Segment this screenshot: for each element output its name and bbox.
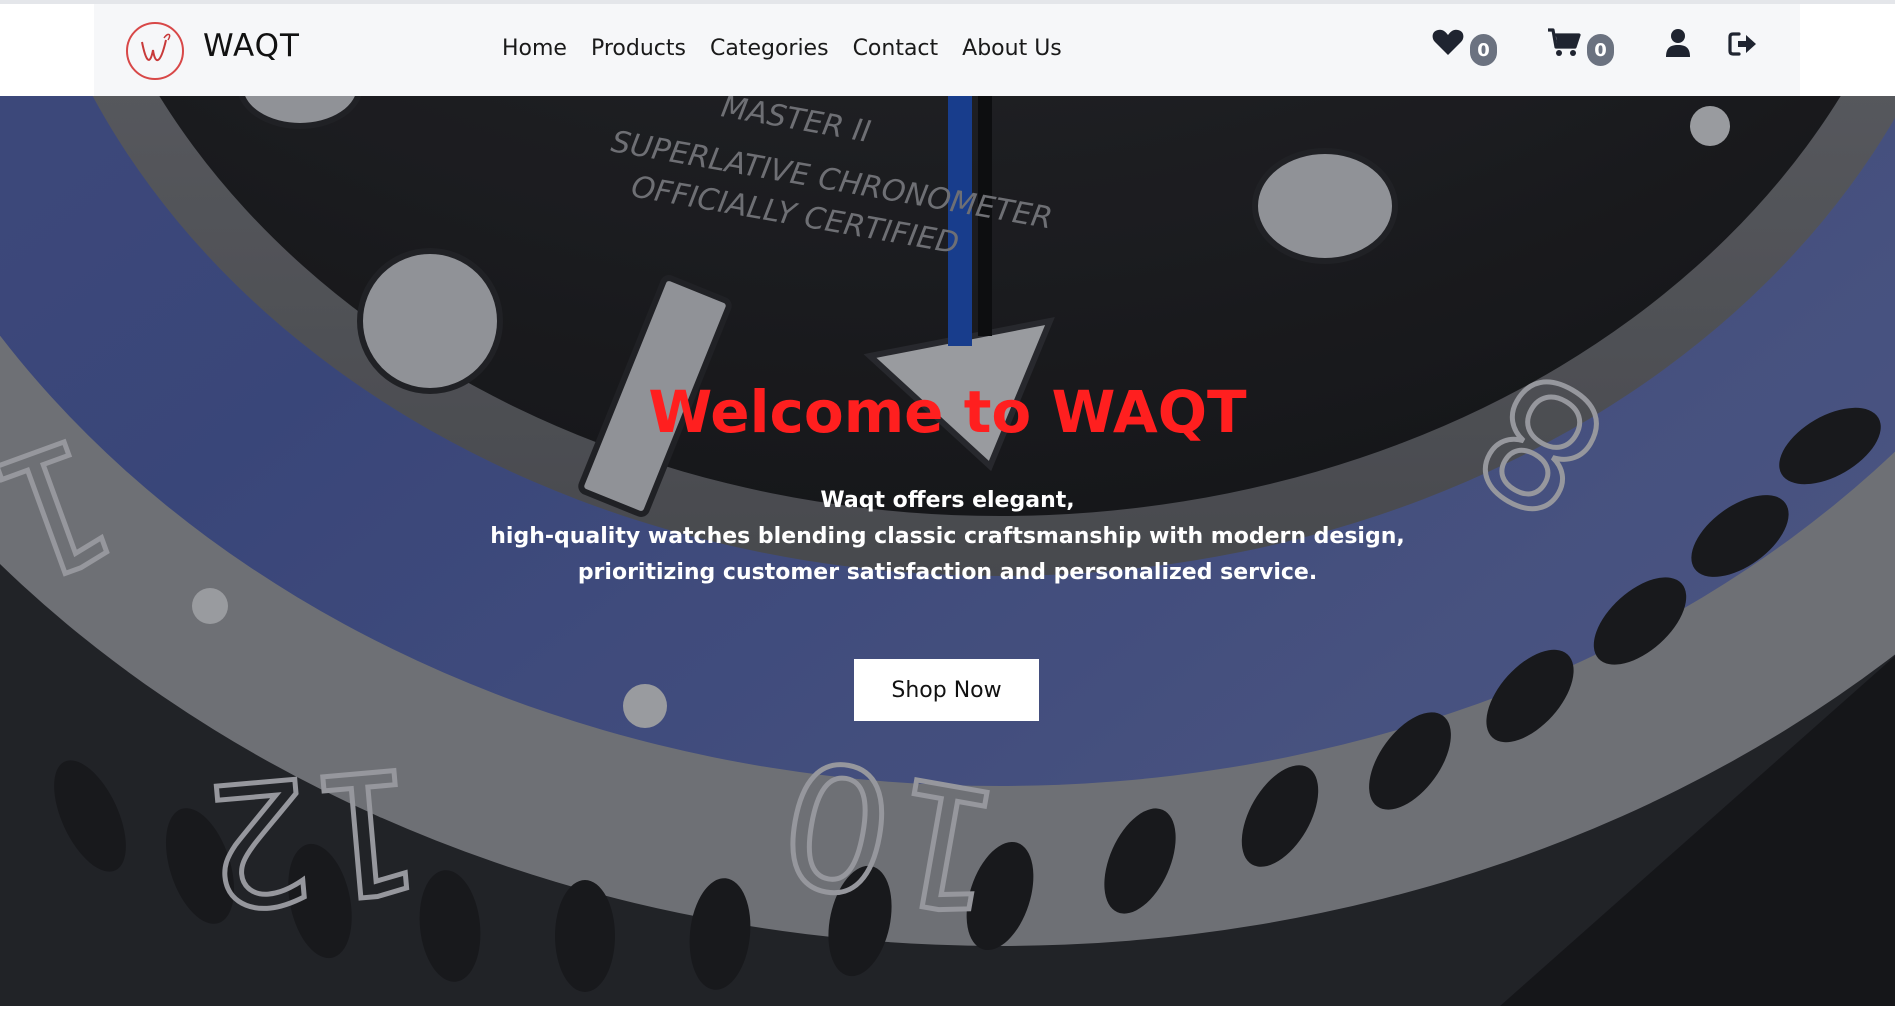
cart-button[interactable] [1547, 28, 1581, 58]
navbar: WAQT Home Products Categories Contact Ab… [94, 4, 1800, 96]
nav-home[interactable]: Home [502, 36, 567, 61]
brand-name[interactable]: WAQT [203, 28, 300, 64]
wishlist-button[interactable] [1432, 28, 1464, 56]
main-nav: Home Products Categories Contact About U… [502, 36, 1086, 61]
nav-about-us[interactable]: About Us [962, 36, 1062, 61]
hero-banner: MASTER II SUPERLATIVE CHRONOMETER OFFICI… [0, 96, 1895, 1006]
hero-title: Welcome to WAQT [648, 378, 1247, 446]
logout-button[interactable] [1728, 32, 1758, 56]
hero-description-line-1: Waqt offers elegant, [820, 488, 1075, 513]
nav-products[interactable]: Products [591, 36, 686, 61]
user-icon [1666, 29, 1690, 57]
logout-icon [1728, 32, 1756, 56]
cart-icon [1548, 28, 1581, 56]
account-button[interactable] [1665, 28, 1691, 58]
heart-icon [1432, 29, 1464, 55]
brand-logo[interactable] [124, 18, 186, 84]
shop-now-button[interactable]: Shop Now [854, 659, 1039, 721]
cart-count-badge: 0 [1587, 34, 1614, 66]
wishlist-count-badge: 0 [1470, 34, 1497, 66]
hero-description-line-3: prioritizing customer satisfaction and p… [577, 560, 1318, 585]
hero-description-line-2: high-quality watches blending classic cr… [490, 524, 1405, 549]
nav-contact[interactable]: Contact [853, 36, 939, 61]
nav-categories[interactable]: Categories [710, 36, 829, 61]
